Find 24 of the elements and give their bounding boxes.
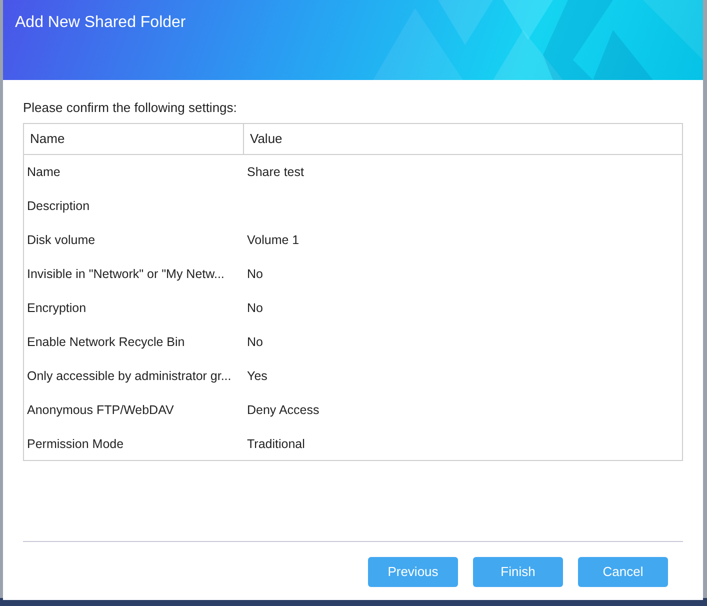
table-cell: Share test (247, 165, 304, 179)
dialog-button[interactable]: Finish (473, 557, 563, 587)
table-cell: Yes (247, 369, 268, 383)
table-cell: Volume 1 (247, 233, 300, 247)
table-cell: Anonymous FTP/WebDAV (27, 403, 174, 417)
dialog-button[interactable]: Cancel (578, 557, 668, 587)
table-cell: No (247, 267, 263, 281)
column-header: Name (30, 130, 65, 148)
table-cell: Description (27, 199, 90, 213)
table-cell: Name (27, 165, 60, 179)
table-cell: Deny Access (247, 403, 320, 417)
table-cell: No (247, 301, 263, 315)
column-header: Value (250, 130, 282, 148)
dialog-button[interactable]: Previous (368, 557, 458, 587)
table-cell: Traditional (247, 437, 305, 451)
table-cell: Disk volume (27, 233, 96, 247)
table-cell: Encryption (27, 301, 86, 315)
dialog-title: Add New Shared Folder (15, 13, 186, 33)
table-cell: Permission Mode (27, 437, 124, 451)
table-cell: Enable Network Recycle Bin (27, 335, 185, 349)
intro-text: Please confirm the following settings: (23, 99, 238, 117)
table-cell: Invisible in "Network" or "My Netw... (27, 267, 224, 281)
table-cell: Only accessible by administrator gr... (27, 369, 232, 383)
table-cell: No (247, 335, 263, 349)
